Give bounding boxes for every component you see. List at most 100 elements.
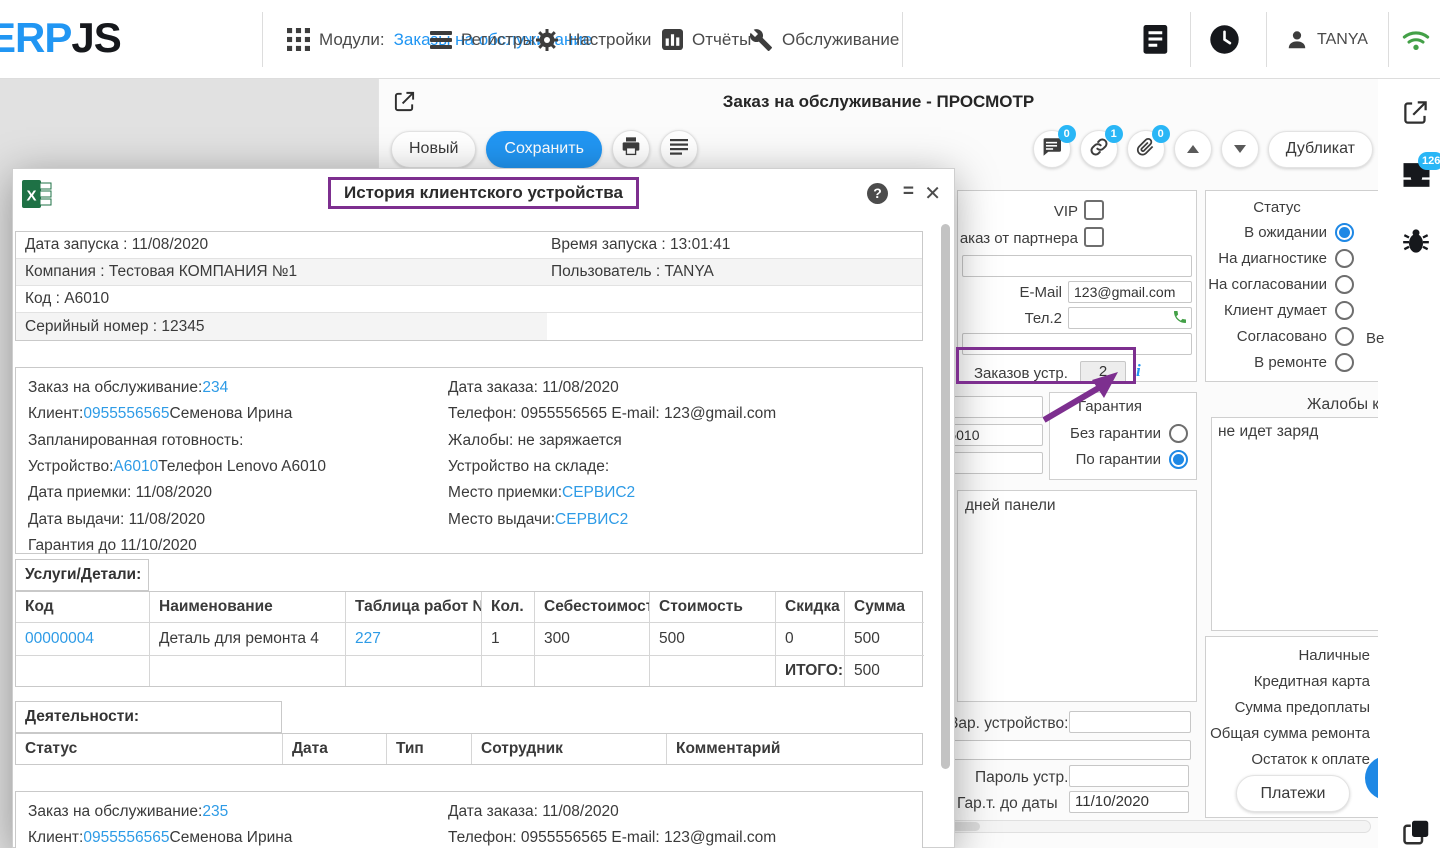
status-option[interactable]: На согласовании bbox=[1208, 275, 1354, 294]
status-option[interactable]: В ремонте bbox=[1254, 353, 1354, 372]
col-header: Статус bbox=[16, 734, 283, 764]
order-line: Клиент: 0955556565 Семенова Ирина bbox=[28, 825, 292, 848]
status-radio[interactable] bbox=[1335, 353, 1354, 372]
warranty-until-label: Гар.т. до даты bbox=[957, 795, 1058, 813]
col-header: Наименование bbox=[150, 592, 346, 622]
work-table-link[interactable]: 227 bbox=[355, 630, 381, 648]
payments-button[interactable]: Платежи bbox=[1236, 775, 1350, 812]
activities-section-label: Деятельности: bbox=[15, 701, 282, 733]
status-radio[interactable] bbox=[1335, 249, 1354, 268]
maintenance-wrench-icon bbox=[749, 28, 773, 52]
warranty-radio[interactable] bbox=[1169, 424, 1188, 443]
layers-icon[interactable] bbox=[1402, 817, 1432, 848]
notes-button[interactable] bbox=[1143, 0, 1169, 79]
order-number-link[interactable]: 235 bbox=[202, 803, 228, 821]
complaints-box: Жалобы кл не идет заряд bbox=[1205, 392, 1378, 634]
device-code-link[interactable]: A6010 bbox=[113, 458, 158, 476]
part-code-link[interactable]: 00000004 bbox=[25, 630, 94, 648]
attachments-button[interactable]: 0 bbox=[1127, 130, 1165, 168]
line-text: Место приемки: bbox=[448, 484, 562, 502]
nav-registers[interactable]: Регистры bbox=[430, 0, 535, 79]
status-radio-selected[interactable] bbox=[1335, 223, 1354, 242]
complaints-textarea[interactable]: не идет заряд bbox=[1211, 417, 1378, 631]
next-button[interactable] bbox=[1221, 130, 1259, 168]
status-option[interactable]: Согласовано bbox=[1237, 327, 1354, 346]
order-number-link[interactable]: 234 bbox=[202, 379, 228, 397]
status-option[interactable]: Клиент думает bbox=[1224, 301, 1354, 320]
window-title: Заказ на обслуживание - ПРОСМОТР bbox=[379, 92, 1378, 112]
info-cell: Дата запуска : 11/08/2020 bbox=[16, 232, 547, 258]
status-radio[interactable] bbox=[1335, 327, 1354, 346]
history-button[interactable] bbox=[1209, 0, 1240, 79]
status-radio[interactable] bbox=[1335, 301, 1354, 320]
phone2-label: Тел.2 bbox=[1025, 310, 1062, 327]
col-header: Таблица работ № bbox=[346, 592, 482, 622]
warranty-option[interactable]: Без гарантии bbox=[1070, 424, 1188, 443]
order-line: Гарантия до 11/10/2020 bbox=[28, 533, 326, 559]
warranty-until-input[interactable]: 11/10/2020 bbox=[1069, 791, 1189, 813]
status-option-label: В ожидании bbox=[1244, 224, 1327, 241]
prev-button[interactable] bbox=[1174, 130, 1212, 168]
inbox-icon[interactable]: 126 bbox=[1402, 162, 1431, 193]
col-header: Стоимость bbox=[650, 592, 776, 622]
order-right-column: Дата заказа: 11/08/2020 Телефон: 0955556… bbox=[448, 799, 776, 848]
nav-reports[interactable]: Отчёты bbox=[662, 0, 751, 79]
reports-chart-icon bbox=[662, 29, 683, 50]
connection-status bbox=[1402, 0, 1430, 79]
status-radio[interactable] bbox=[1335, 275, 1354, 294]
info-icon[interactable]: i bbox=[1136, 361, 1141, 381]
close-icon[interactable]: ✕ bbox=[924, 181, 941, 206]
order-line: Место выдачи: СЕРВИС2 bbox=[448, 506, 776, 532]
new-button[interactable]: Новый bbox=[391, 131, 476, 168]
nav-settings[interactable]: Настройки bbox=[535, 0, 651, 79]
print-button[interactable] bbox=[612, 130, 650, 168]
device-note-area[interactable]: дней панели bbox=[957, 490, 1197, 702]
client-phone-link[interactable]: 0955556565 bbox=[83, 405, 169, 423]
device-password-input[interactable] bbox=[1069, 765, 1189, 787]
partner-order-checkbox[interactable] bbox=[1084, 227, 1104, 247]
modal-title-wrap: История клиентского устройства bbox=[13, 177, 954, 209]
registers-icon bbox=[430, 31, 452, 49]
contact-extra-input[interactable] bbox=[962, 255, 1192, 277]
line-text: Устройство: bbox=[28, 458, 113, 476]
status-option[interactable]: На диагностике bbox=[1218, 249, 1354, 268]
minimize-icon[interactable]: = bbox=[903, 181, 914, 203]
vip-checkbox[interactable] bbox=[1084, 200, 1104, 220]
nav-maintenance[interactable]: Обслуживание bbox=[749, 0, 899, 79]
modal-scrollbar-thumb[interactable] bbox=[941, 224, 950, 769]
warranty-radio-selected[interactable] bbox=[1169, 450, 1188, 469]
empty-cell bbox=[650, 655, 776, 686]
info-cell: Код : A6010 bbox=[16, 286, 547, 312]
duplicate-button[interactable]: Дубликат bbox=[1268, 131, 1373, 168]
payment-row-label: Остаток к оплате bbox=[1251, 751, 1370, 768]
divider bbox=[262, 12, 263, 67]
part-total: 500 bbox=[845, 622, 924, 655]
warranty-option[interactable]: По гарантии bbox=[1076, 450, 1188, 469]
email-label: E-Mail bbox=[1019, 284, 1062, 301]
logo-js: JS bbox=[71, 14, 120, 61]
help-icon[interactable]: ? bbox=[867, 183, 888, 204]
open-external-icon[interactable] bbox=[1402, 99, 1429, 131]
line-text: Дата выдачи: 11/08/2020 bbox=[28, 511, 205, 529]
save-button[interactable]: Сохранить bbox=[486, 131, 602, 168]
links-button[interactable]: 1 bbox=[1080, 130, 1118, 168]
status-option[interactable]: В ожидании bbox=[1244, 223, 1354, 242]
notes-icon bbox=[1143, 25, 1169, 55]
extra-row-input[interactable] bbox=[931, 740, 1191, 760]
email-input[interactable]: 123@gmail.com bbox=[1068, 281, 1192, 303]
empty-cell bbox=[150, 655, 346, 686]
services-row: 00000004 Деталь для ремонта 4 227 1 300 … bbox=[16, 622, 922, 655]
user-menu[interactable]: TANYA bbox=[1286, 0, 1368, 79]
issue-location-link[interactable]: СЕРВИС2 bbox=[555, 511, 628, 529]
intake-location-link[interactable]: СЕРВИС2 bbox=[562, 484, 635, 502]
status-option-label: В ремонте bbox=[1254, 354, 1327, 371]
client-phone-link[interactable]: 0955556565 bbox=[83, 829, 169, 847]
comments-button[interactable]: 0 bbox=[1033, 130, 1071, 168]
col-header: Тип bbox=[387, 734, 472, 764]
spare-device-input[interactable] bbox=[1069, 711, 1191, 733]
bug-icon[interactable] bbox=[1402, 227, 1430, 260]
phone-icon[interactable] bbox=[1172, 309, 1188, 330]
partner-order-label: аказ от партнера bbox=[960, 230, 1078, 247]
menu-button[interactable] bbox=[660, 130, 698, 168]
order-line: Устройство на складе: bbox=[448, 454, 776, 480]
